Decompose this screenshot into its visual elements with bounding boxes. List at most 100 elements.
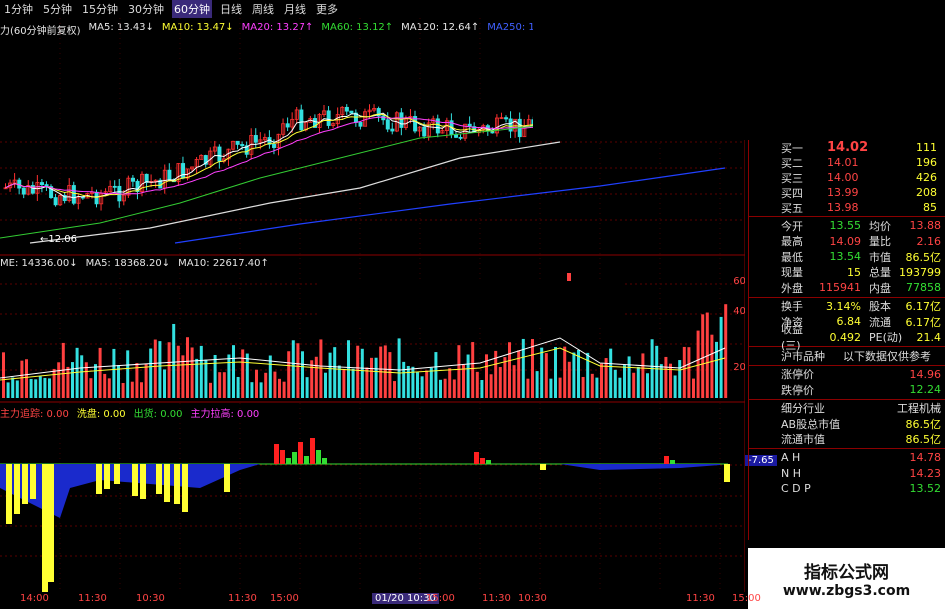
volume-label: ME: 14336.00↓ (0, 258, 78, 269)
period-tabs: 1分钟 5分钟 15分钟 30分钟 60分钟 日线 周线 月线 更多 (0, 0, 540, 18)
tab-4[interactable]: 60分钟 (172, 0, 212, 18)
time-label: 11:30 (78, 593, 107, 604)
indicator-signal-bar (292, 452, 297, 464)
candlestick (30, 185, 35, 194)
volume-bar (374, 357, 378, 398)
volume-bar (268, 355, 272, 398)
tab-7[interactable]: 月线 (282, 0, 308, 18)
indicator-signal-bar (298, 442, 303, 464)
order-row[interactable]: 买一 14.02 111 (749, 140, 945, 155)
volume-bar (71, 362, 74, 398)
volume-bar (673, 375, 677, 398)
ah-info: A H 14.78 N H 14.23 C D P 13.52 (749, 450, 945, 497)
volume-bar (98, 347, 102, 398)
candlestick (299, 109, 304, 131)
volume-bar (209, 382, 212, 398)
volume-bar (6, 382, 10, 398)
volume-bar (218, 372, 222, 398)
indicator-signal-bar (274, 444, 279, 464)
volume-bar (163, 369, 166, 398)
volume-bar (112, 348, 116, 398)
volume-bar (314, 356, 318, 398)
candlestick (285, 123, 290, 128)
tab-5[interactable]: 日线 (218, 0, 244, 18)
volume-bar (153, 339, 157, 398)
volume-bar (66, 366, 70, 398)
order-row[interactable]: 买四 13.99 208 (749, 185, 945, 200)
candlestick (53, 197, 58, 206)
volume-bar (11, 377, 15, 398)
indicator-yellow-bar (96, 464, 102, 494)
volume-bar (393, 381, 396, 398)
volume-bar (521, 338, 525, 398)
tab-2[interactable]: 15分钟 (80, 0, 120, 18)
indicator-yellow-bar (104, 464, 110, 489)
stat-value: 2.16 (916, 234, 942, 248)
volume-bar (692, 378, 695, 398)
finance-value: 6.17亿 (905, 300, 942, 314)
chart-area[interactable]: 13.0012.7512.50600004000020000-50.00-100… (0, 18, 745, 592)
ma10-line (5, 113, 534, 198)
volume-bar (186, 337, 189, 398)
candlestick (130, 177, 135, 182)
stat-key: 最高 (781, 235, 803, 249)
tab-1[interactable]: 5分钟 (41, 0, 74, 18)
order-volume: 85 (923, 201, 937, 214)
volume-bar (264, 372, 268, 398)
candlestick (344, 106, 349, 112)
volume-bar (167, 342, 171, 398)
volume-bar (245, 353, 249, 398)
tab-8[interactable]: 更多 (314, 0, 340, 18)
stat-value: 13.88 (909, 219, 942, 233)
volume-bar (434, 352, 438, 398)
ind-wash: 洗盘: 0.00 (76, 409, 126, 420)
order-row[interactable]: 买五 13.98 85 (749, 200, 945, 215)
volume-bar (360, 348, 364, 398)
candlestick (385, 119, 390, 130)
volume-bar (540, 347, 544, 398)
indicator-yellow-bar (48, 464, 54, 582)
finance-value: 3.14% (826, 299, 861, 313)
ind-ship: 出货: 0.00 (133, 409, 183, 420)
tab-6[interactable]: 周线 (250, 0, 276, 18)
tab-3[interactable]: 30分钟 (126, 0, 166, 18)
ah-row: C D P 13.52 (749, 481, 945, 497)
indicator-signal-bar (310, 438, 315, 464)
volume-bar (669, 363, 672, 398)
candlestick (422, 126, 427, 137)
indicator-yellow-bar (724, 464, 730, 482)
ind-main-track: 主力追踪: 0.00 (0, 409, 69, 420)
finance-key: 股本 (869, 300, 891, 314)
volume-bar (554, 347, 557, 398)
order-row[interactable]: 买三 14.00 426 (749, 170, 945, 185)
candlestick (390, 128, 395, 132)
order-row[interactable]: 买二 14.01 196 (749, 155, 945, 170)
volume-bar (678, 360, 682, 398)
candlestick (94, 191, 99, 205)
limit-row: 跌停价 12.24 (749, 382, 945, 398)
industry-row: 流通市值 86.5亿 (749, 432, 945, 448)
indicator-yellow-bar (42, 464, 48, 592)
volume-bar (558, 377, 562, 398)
volume-bar (475, 371, 479, 398)
finance-key: PE(动) (869, 331, 903, 345)
candlestick (167, 169, 172, 181)
finance-key: 流通 (869, 315, 891, 329)
indicator-yellow-bar (140, 464, 146, 499)
indicator-legend: 主力追踪: 0.00 洗盘: 0.00 出货: 0.00 主力拉高: 0.00 (0, 405, 259, 420)
tab-0[interactable]: 1分钟 (2, 0, 35, 18)
volume-bar (291, 340, 295, 398)
candlestick (181, 163, 186, 179)
indicator-yellow-bar (182, 464, 188, 512)
candlestick (454, 134, 459, 138)
indicator-signal-bar (486, 460, 491, 464)
indicator-yellow-bar (224, 464, 230, 492)
volume-bar (282, 381, 286, 398)
volume-bar (43, 377, 47, 398)
volume-bar (609, 348, 613, 398)
indicator-blue-area (560, 464, 720, 470)
industry-info: 细分行业 工程机械 AB股总市值 86.5亿 流通市值 86.5亿 (749, 401, 945, 448)
indicator-signal-bar (474, 452, 479, 464)
volume-bar (351, 368, 355, 398)
volume-bar (572, 352, 576, 398)
